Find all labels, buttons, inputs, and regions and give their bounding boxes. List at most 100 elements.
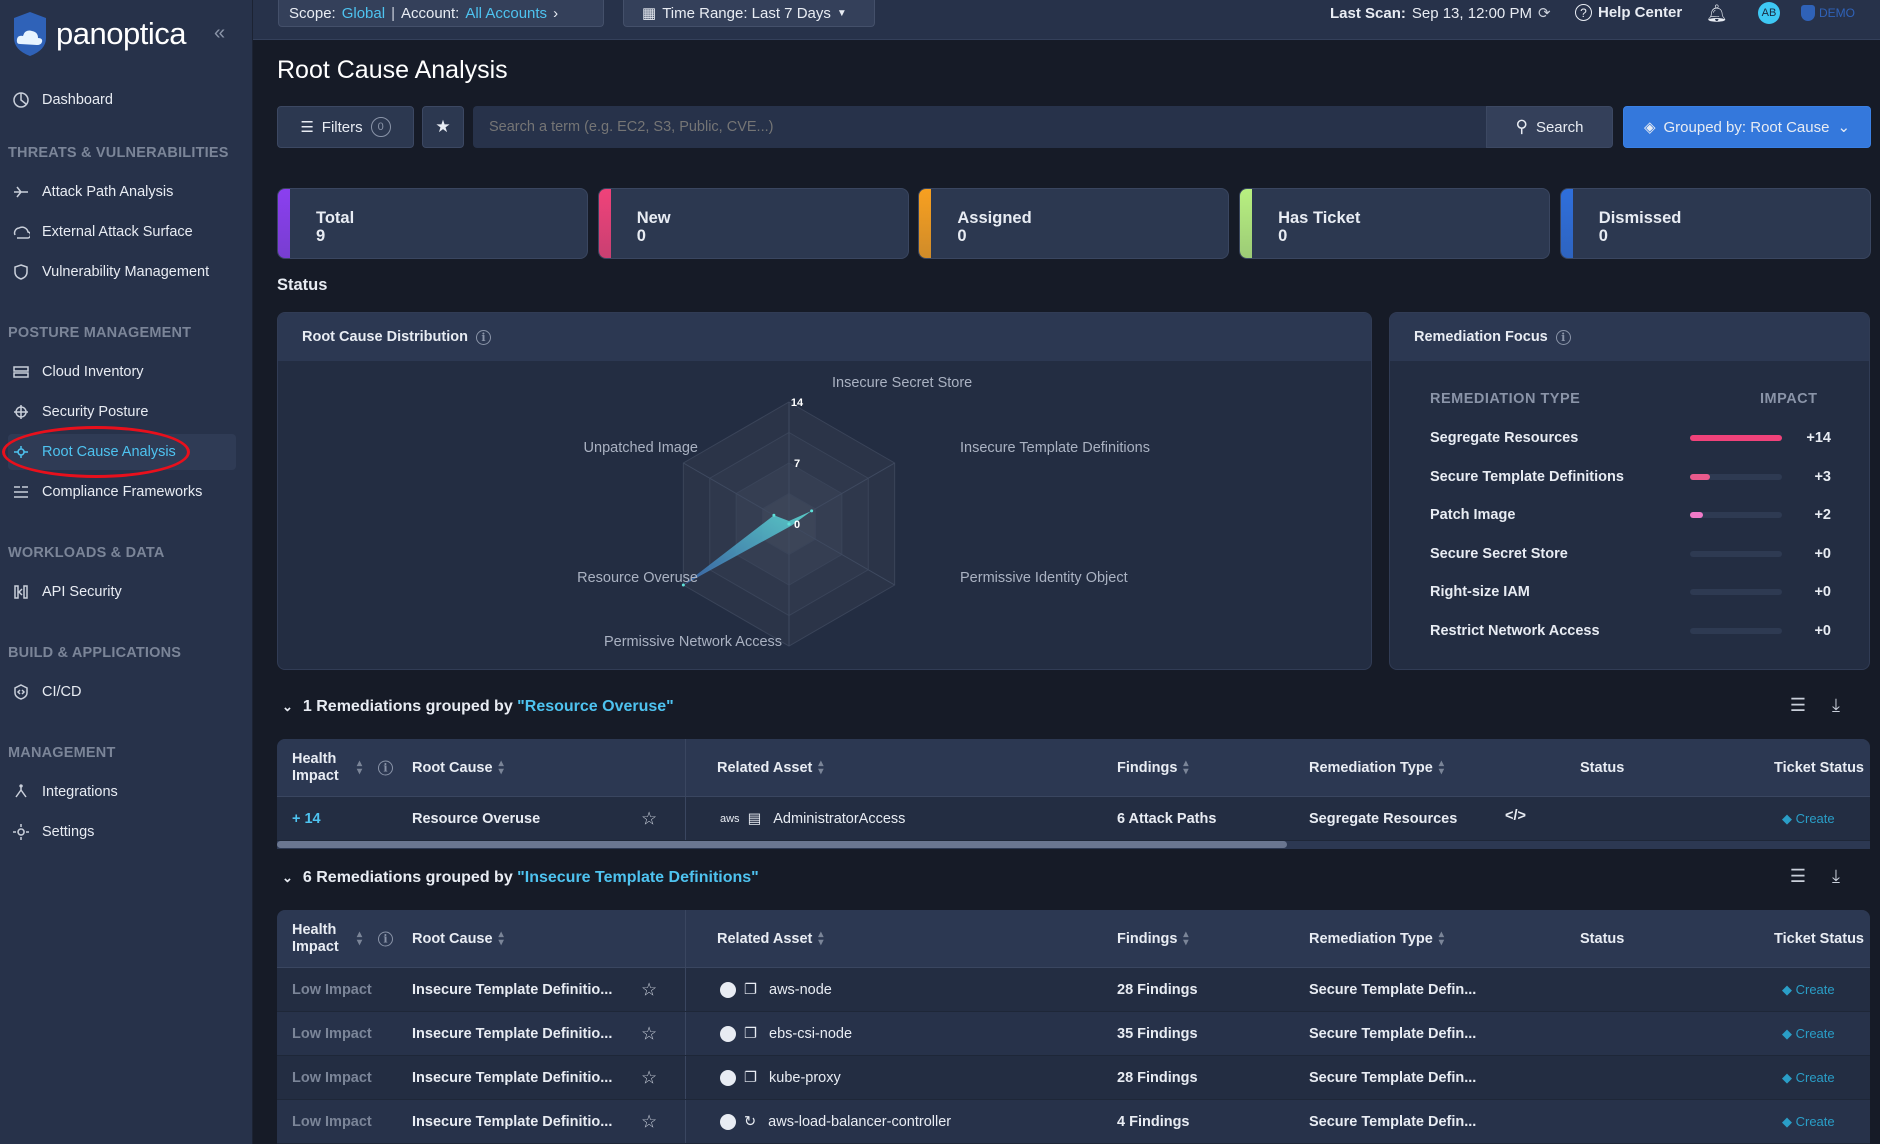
column-header-findings[interactable]: Findings ▴ ▾: [1117, 929, 1188, 947]
remediation-focus-row[interactable]: Right-size IAM +0: [1430, 584, 1831, 604]
notifications-bell-icon[interactable]: 🔔︎: [1706, 4, 1728, 24]
refresh-icon[interactable]: ⟳: [1538, 4, 1551, 22]
findings-count[interactable]: 4 Findings: [1117, 1114, 1190, 1130]
remediation-focus-row[interactable]: Secure Secret Store +0: [1430, 545, 1831, 566]
sidebar-item-security-posture[interactable]: Security Posture: [8, 394, 236, 430]
table-row[interactable]: Low Impact Insecure Template Definitio..…: [277, 1056, 1870, 1100]
findings-count[interactable]: 6 Attack Paths: [1117, 811, 1216, 827]
logo-text: panoptica: [56, 16, 186, 51]
table-row[interactable]: Low Impact Insecure Template Definitio..…: [277, 968, 1870, 1012]
remediation-focus-row[interactable]: Secure Template Definitions +3: [1430, 469, 1831, 489]
create-ticket-link[interactable]: ◆ Create: [1782, 1114, 1835, 1130]
remediation-type: Secure Secret Store: [1430, 545, 1568, 562]
table-row[interactable]: Low Impact Insecure Template Definitio..…: [277, 1100, 1870, 1144]
avatar[interactable]: AB: [1758, 2, 1780, 24]
sort-icon[interactable]: ▴ ▾: [1183, 929, 1188, 947]
related-asset[interactable]: ❐ kube-proxy: [720, 1069, 841, 1086]
findings-count[interactable]: 28 Findings: [1117, 1070, 1198, 1086]
info-icon[interactable]: i: [1555, 329, 1571, 345]
create-ticket-link[interactable]: ◆ Create: [1782, 811, 1835, 827]
favorite-star-icon[interactable]: ☆: [641, 979, 657, 1000]
time-range-selector[interactable]: ▦ Time Range: Last 7 Days ▼: [623, 0, 875, 27]
sort-icon[interactable]: ▴ ▾: [1183, 758, 1188, 776]
column-header-root-cause[interactable]: Root Cause ▴ ▾: [412, 929, 504, 947]
column-header-remediation-type[interactable]: Remediation Type ▴ ▾: [1309, 758, 1444, 776]
sidebar-item-cloud-inventory[interactable]: Cloud Inventory: [8, 354, 236, 390]
sidebar-item-api-security[interactable]: API Security: [8, 574, 236, 610]
sidebar-item-dashboard[interactable]: Dashboard: [8, 82, 236, 118]
column-settings-list-icon[interactable]: ☰: [1790, 695, 1806, 716]
scrollbar-thumb[interactable]: [277, 841, 1287, 848]
column-header-related-asset[interactable]: Related Asset ▴ ▾: [717, 758, 823, 776]
stat-card-total[interactable]: Total 9: [277, 188, 588, 259]
logo[interactable]: panoptica: [10, 10, 186, 58]
sidebar-item-external-attack-surface[interactable]: External Attack Surface: [8, 214, 236, 250]
create-ticket-link[interactable]: ◆ Create: [1782, 1070, 1835, 1086]
sort-icon[interactable]: ▴ ▾: [1439, 929, 1444, 947]
column-header-findings[interactable]: Findings ▴ ▾: [1117, 758, 1188, 776]
table-row[interactable]: + 14 Resource Overuse ☆ aws ▤ Administrat…: [277, 797, 1870, 841]
sort-icon[interactable]: ▴ ▾: [357, 929, 362, 947]
sort-icon[interactable]: ▴ ▾: [818, 758, 823, 776]
remediation-focus-row[interactable]: Restrict Network Access +0: [1430, 623, 1831, 643]
sort-icon[interactable]: ▴ ▾: [499, 929, 504, 947]
sidebar-item-vulnerability-management[interactable]: Vulnerability Management: [8, 254, 236, 290]
create-ticket-link[interactable]: ◆ Create: [1782, 982, 1835, 998]
info-icon[interactable]: i: [378, 760, 393, 775]
table-row[interactable]: Low Impact Insecure Template Definitio..…: [277, 1012, 1870, 1056]
related-asset[interactable]: ↻ aws-load-balancer-controller: [720, 1113, 951, 1130]
horizontal-scrollbar[interactable]: [277, 841, 1870, 849]
scope-account-selector[interactable]: Scope: Global | Account: All Accounts ›: [278, 0, 604, 27]
column-header-health-impact[interactable]: Health Impact: [292, 751, 339, 785]
favorite-star-icon[interactable]: ☆: [641, 1023, 657, 1044]
search-button[interactable]: ⚲ Search: [1486, 106, 1613, 148]
sidebar-item-ci-cd[interactable]: CI/CD: [8, 674, 236, 710]
sort-icon[interactable]: ▴ ▾: [357, 758, 362, 776]
health-sort-icon[interactable]: ▴ ▾: [351, 929, 362, 947]
stat-card-new[interactable]: New 0: [597, 188, 909, 259]
info-icon[interactable]: i: [378, 931, 393, 946]
column-header-health-impact[interactable]: Health Impact: [292, 922, 339, 956]
sidebar-item-attack-path-analysis[interactable]: Attack Path Analysis: [8, 174, 236, 210]
findings-count[interactable]: 28 Findings: [1117, 982, 1198, 998]
create-ticket-link[interactable]: ◆ Create: [1782, 1026, 1835, 1042]
download-icon[interactable]: ⤓: [1832, 866, 1840, 887]
favorite-star-icon[interactable]: ☆: [641, 808, 657, 829]
download-icon[interactable]: ⤓: [1832, 695, 1840, 716]
findings-count[interactable]: 35 Findings: [1117, 1026, 1198, 1042]
stat-card-has-ticket[interactable]: Has Ticket 0: [1239, 188, 1551, 259]
sidebar-item-compliance-frameworks[interactable]: Compliance Frameworks: [8, 474, 236, 510]
column-settings-list-icon[interactable]: ☰: [1790, 866, 1806, 887]
group-header[interactable]: ⌄ 1 Remediations grouped by "Resource Ove…: [282, 698, 674, 716]
column-header-remediation-type[interactable]: Remediation Type ▴ ▾: [1309, 929, 1444, 947]
sort-icon[interactable]: ▴ ▾: [499, 758, 504, 776]
related-asset[interactable]: ❐ ebs-csi-node: [720, 1025, 852, 1042]
favorite-star-icon[interactable]: ☆: [641, 1067, 657, 1088]
group-name: "Insecure Template Definitions": [517, 869, 759, 886]
grouped-by-dropdown[interactable]: ◈ Grouped by: Root Cause ⌄: [1623, 106, 1871, 148]
code-icon[interactable]: </>: [1505, 808, 1526, 824]
filters-button[interactable]: ☰ Filters 0: [277, 106, 414, 148]
stat-card-dismissed[interactable]: Dismissed 0: [1559, 188, 1871, 259]
sidebar-item-settings[interactable]: Settings: [8, 814, 236, 850]
stat-card-assigned[interactable]: Assigned 0: [918, 188, 1230, 259]
column-header-related-asset[interactable]: Related Asset ▴ ▾: [717, 929, 823, 947]
favorites-star-button[interactable]: ★: [422, 106, 464, 148]
remediation-focus-row[interactable]: Segregate Resources +14: [1430, 430, 1831, 450]
chevron-down-icon: ▼: [836, 7, 847, 19]
sort-icon[interactable]: ▴ ▾: [818, 929, 823, 947]
group-header[interactable]: ⌄ 6 Remediations grouped by "Insecure Tem…: [282, 869, 759, 887]
help-center-link[interactable]: ? Help Center: [1575, 4, 1682, 21]
sidebar-item-integrations[interactable]: Integrations: [8, 774, 236, 810]
column-header-root-cause[interactable]: Root Cause ▴ ▾: [412, 758, 504, 776]
search-input[interactable]: [473, 106, 1487, 148]
remediation-focus-row[interactable]: Patch Image +2: [1430, 507, 1831, 527]
related-asset[interactable]: ❐ aws-node: [720, 981, 832, 998]
health-sort-icon[interactable]: ▴ ▾: [351, 758, 362, 776]
collapse-sidebar-icon[interactable]: «: [214, 22, 225, 45]
related-asset[interactable]: aws ▤ AdministratorAccess: [720, 811, 905, 827]
sort-icon[interactable]: ▴ ▾: [1439, 758, 1444, 776]
remediation-type: Right-size IAM: [1430, 584, 1530, 600]
favorite-star-icon[interactable]: ☆: [641, 1111, 657, 1132]
info-icon[interactable]: i: [475, 329, 491, 345]
